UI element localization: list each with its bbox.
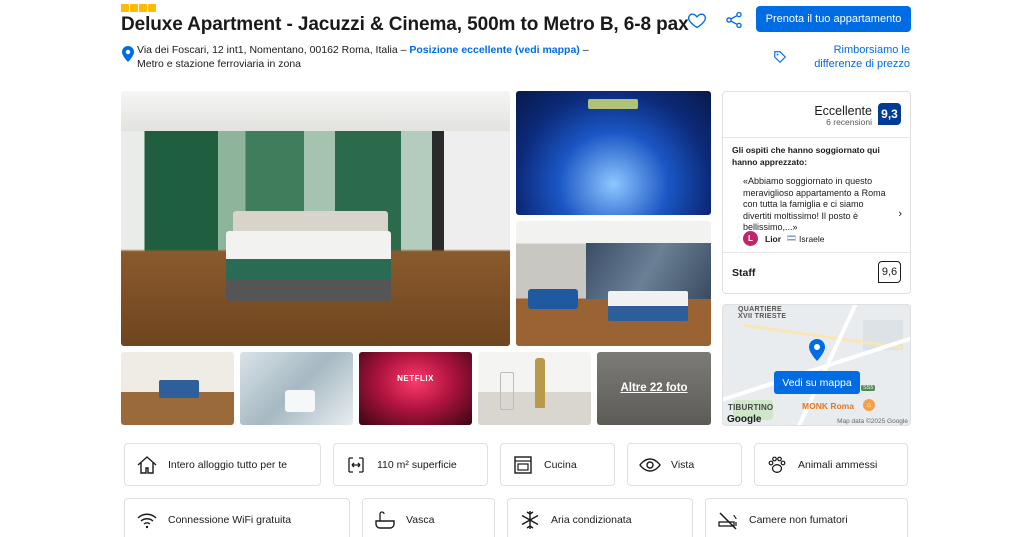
address-tail: – <box>579 44 589 56</box>
show-map-link[interactable]: Posizione eccellente (vedi mappa) <box>409 44 579 56</box>
photo-detail <box>285 390 315 412</box>
show-on-map-button[interactable]: Vedi su mappa <box>774 371 860 394</box>
star-icon <box>139 4 147 12</box>
photo-detail <box>500 372 514 410</box>
photo-detail <box>226 231 391 301</box>
map-road-shield: SS5 <box>861 385 876 391</box>
review-intro: Gli ospiti che hanno soggiornato qui han… <box>732 145 880 167</box>
save-favorite-button[interactable] <box>687 10 707 30</box>
photo-detail <box>608 291 688 321</box>
property-title: Deluxe Apartment - Jacuzzi & Cinema, 500… <box>121 14 689 35</box>
share-icon <box>726 11 742 29</box>
review-summary-card: Eccellente 6 recensioni 9,3 Gli ospiti c… <box>722 91 911 294</box>
facility-pets: Animali ammessi <box>754 443 908 486</box>
map-poi-label: MONK Roma <box>802 401 854 411</box>
facility-view: Vista <box>627 443 742 486</box>
map-district-label: QUARTIERE <box>738 306 782 313</box>
wifi-icon <box>137 513 157 529</box>
facility-label: Camere non fumatori <box>749 514 848 526</box>
share-button[interactable] <box>724 10 744 30</box>
more-photos-link[interactable]: Altre 22 foto <box>597 382 711 394</box>
map-area-label: TIBURTINO <box>728 403 774 412</box>
facility-label: Connessione WiFi gratuita <box>168 514 292 526</box>
star-icon <box>148 4 156 12</box>
heart-icon <box>687 13 707 29</box>
bathroom-thumbnail[interactable] <box>240 352 353 425</box>
reviewer-name: Lior <box>765 234 782 244</box>
star-icon <box>130 4 138 12</box>
map-district-label: XVII TRIESTE <box>738 313 787 320</box>
facility-area: 110 m² superficie <box>333 443 488 486</box>
photo-detail <box>588 99 638 109</box>
facility-kitchen: Cucina <box>500 443 615 486</box>
oven-icon <box>514 456 532 474</box>
table-thumbnail[interactable] <box>478 352 591 425</box>
review-count[interactable]: 6 recensioni <box>826 117 872 127</box>
area-icon <box>348 457 364 473</box>
facility-wifi: Connessione WiFi gratuita <box>124 498 350 537</box>
price-match-link[interactable]: Rimborsiamo le differenze di prezzo <box>790 43 910 71</box>
facility-label: Vista <box>671 459 695 471</box>
price-tag-icon <box>774 51 787 64</box>
review-quote: «Abbiamo soggiornato in questo meravigli… <box>743 176 886 232</box>
jacuzzi-photo[interactable] <box>516 91 711 215</box>
map-preview[interactable]: QUARTIERE XVII TRIESTE Vedi su mappa SS5… <box>722 304 911 426</box>
map-poi-icon: ⌂ <box>863 399 875 411</box>
paw-icon <box>768 456 786 473</box>
facility-label: Vasca <box>406 514 435 526</box>
photo-detail <box>535 358 545 408</box>
facility-bathtub: Vasca <box>362 498 495 537</box>
facility-non-smoking: Camere non fumatori <box>705 498 908 537</box>
bathtub-icon <box>375 511 395 529</box>
photo-detail <box>121 91 510 131</box>
facility-entire-place: Intero alloggio tutto per te <box>124 443 321 486</box>
netflix-logo: NETFLIX <box>397 374 434 383</box>
divider <box>723 137 910 138</box>
address: Via dei Foscari, 12 int1, Nomentano, 001… <box>137 43 607 71</box>
facility-label: Aria condizionata <box>551 514 632 526</box>
chevron-right-icon: › <box>898 208 902 220</box>
avatar: L <box>743 231 758 246</box>
next-review-button[interactable]: › <box>898 208 902 220</box>
main-photo[interactable] <box>121 91 510 346</box>
no-smoking-icon <box>718 512 737 530</box>
eye-icon <box>639 458 661 472</box>
facility-air-conditioning: Aria condizionata <box>507 498 693 537</box>
location-pin-icon <box>122 46 134 62</box>
photo-detail <box>159 380 199 398</box>
map-attribution: Map data ©2025 Google <box>837 418 908 425</box>
house-icon <box>137 456 157 474</box>
israel-flag-icon <box>787 235 796 241</box>
star-rating <box>121 4 156 12</box>
more-photos-thumbnail[interactable]: Altre 22 foto <box>597 352 711 425</box>
staff-rating-label: Staff <box>732 267 756 279</box>
living-room-thumbnail[interactable] <box>121 352 234 425</box>
facility-label: Intero alloggio tutto per te <box>168 459 288 471</box>
google-logo: Google <box>727 414 762 425</box>
map-pin-icon <box>809 339 825 361</box>
reviewer-country: Israele <box>799 234 825 244</box>
star-icon <box>121 4 129 12</box>
cinema-thumbnail[interactable]: NETFLIX <box>359 352 472 425</box>
book-button[interactable]: Prenota il tuo appartamento <box>756 6 911 32</box>
bedroom-photo[interactable] <box>516 221 711 346</box>
staff-score-badge: 9,6 <box>878 261 901 283</box>
review-score-badge: 9,3 <box>878 103 901 125</box>
facility-label: Animali ammessi <box>798 459 878 471</box>
facility-label: Cucina <box>544 459 577 471</box>
photo-detail <box>528 289 578 309</box>
review-rating-label: Eccellente <box>814 104 872 118</box>
address-text: Via dei Foscari, 12 int1, Nomentano, 001… <box>137 44 410 56</box>
divider <box>723 252 910 253</box>
address-note: Metro e stazione ferroviaria in zona <box>137 58 301 70</box>
facility-label: 110 m² superficie <box>377 459 457 471</box>
snowflake-icon <box>521 511 539 529</box>
